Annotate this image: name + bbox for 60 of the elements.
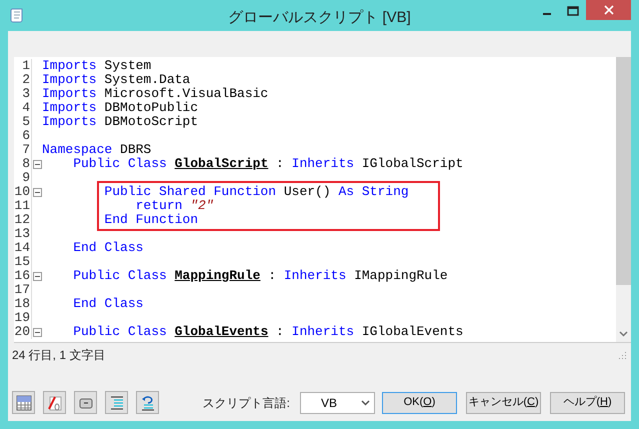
line-number: 7 [22, 143, 30, 157]
line-number: 10 [14, 185, 30, 199]
code-line: Imports Microsoft.VisualBasic [42, 87, 268, 101]
line-number: 3 [22, 87, 30, 101]
collapse-icon[interactable] [32, 272, 42, 280]
line-number: 18 [14, 297, 30, 311]
resize-grip-icon[interactable] [617, 350, 627, 360]
code-line: return "2" [134, 199, 214, 213]
toolbar-button[interactable] [43, 391, 66, 414]
line-number: 20 [14, 325, 30, 339]
line-number: 17 [14, 283, 30, 297]
toolbar-button[interactable] [74, 391, 97, 414]
table-icon [16, 394, 32, 410]
language-select[interactable]: VB [300, 392, 375, 414]
code-line: Imports System [42, 59, 152, 73]
indent-icon [108, 394, 124, 410]
dropdown-icon [361, 400, 370, 406]
line-number: 8 [22, 157, 30, 171]
toolbar-button[interactable] [12, 391, 35, 414]
code-line: End Class [72, 241, 144, 255]
line-number: 1 [22, 59, 30, 73]
line-number: 6 [22, 129, 30, 143]
line-number: 4 [22, 101, 30, 115]
window-title: グローバルスクリプト [VB] [228, 8, 411, 28]
line-number: 9 [22, 171, 30, 185]
collapse-icon[interactable] [32, 328, 42, 336]
collapse-icon[interactable] [32, 160, 42, 168]
code-line: Public Class GlobalScript : Inherits IGlobalScript [72, 157, 464, 171]
collapse-icon[interactable] [32, 188, 42, 196]
line-number: 5 [22, 115, 30, 129]
dialog-button[interactable]: ヘルプ(H) [550, 392, 625, 414]
undo-icon [140, 394, 156, 410]
toolbar-button[interactable] [136, 391, 159, 414]
code-line: End Function [103, 213, 198, 227]
toolbar-button[interactable] [105, 391, 128, 414]
dialog-button[interactable]: OK(O) [382, 392, 457, 414]
font-icon [46, 394, 62, 410]
close-button[interactable] [586, 0, 631, 20]
line-number: 14 [14, 241, 30, 255]
language-label: スクリプト言語: [202, 394, 290, 412]
line-number: 13 [14, 227, 30, 241]
status-text: 24 行目, 1 文字目 [12, 347, 106, 364]
code-line: Public Class GlobalEvents : Inherits IGlobalEvents [72, 325, 464, 339]
line-number: 16 [14, 269, 30, 283]
line-number: 15 [14, 255, 30, 269]
scrollbar-thumb[interactable] [616, 57, 631, 285]
dialog-button[interactable]: キャンセル(C) [466, 392, 541, 414]
code-line: Public Shared Function User() As String [103, 185, 409, 199]
code-line: Imports DBMotoPublic [42, 101, 198, 115]
line-number: 19 [14, 311, 30, 325]
code-line: Imports System.Data [42, 73, 190, 87]
line-number: 11 [14, 199, 30, 213]
line-number: 12 [14, 213, 30, 227]
script-icon [9, 7, 25, 23]
line-number: 2 [22, 73, 30, 87]
code-line: Imports DBMotoScript [42, 115, 198, 129]
close-icon [604, 5, 614, 15]
code-line: Namespace DBRS [42, 143, 152, 157]
code-line: End Class [72, 297, 144, 311]
code-line: Public Class MappingRule : Inherits IMappingRule [72, 269, 448, 283]
